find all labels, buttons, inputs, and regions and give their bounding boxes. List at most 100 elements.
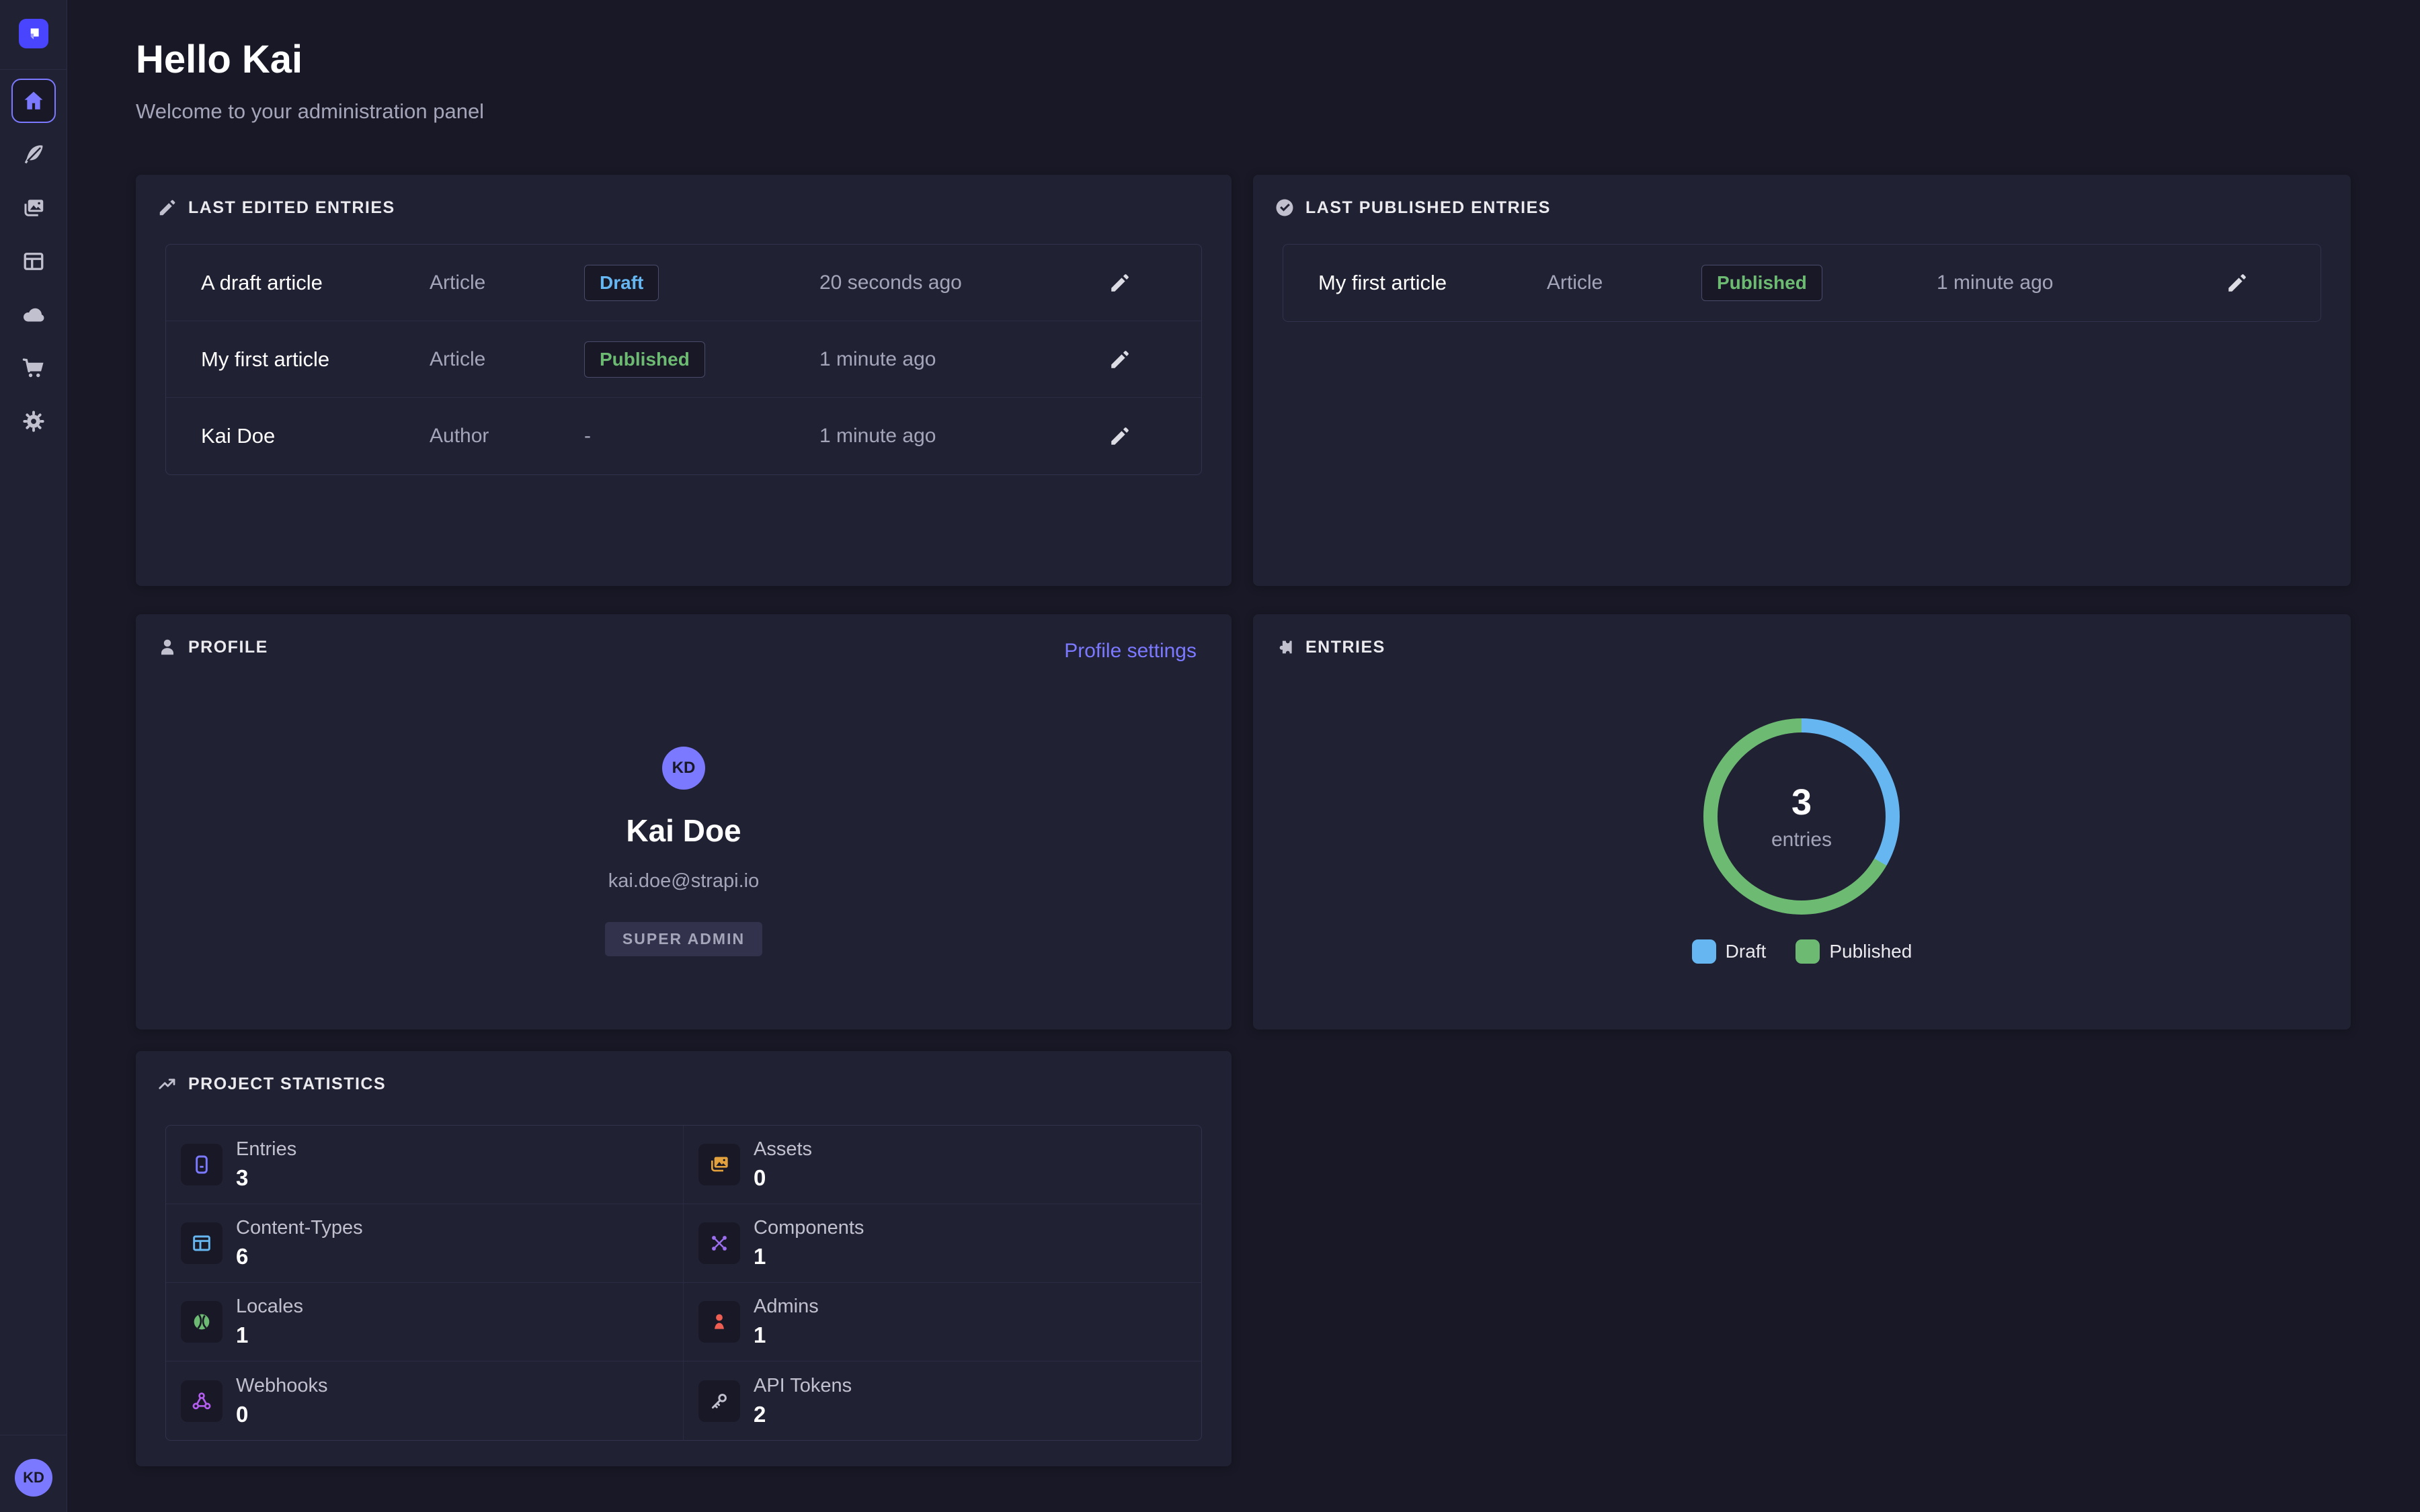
stat-value: 0 [236, 1402, 328, 1427]
profile-name: Kai Doe [626, 812, 741, 849]
check-circle-icon [1275, 198, 1295, 218]
stat-label: Content-Types [236, 1217, 363, 1239]
entry-kind: Author [430, 425, 584, 448]
media-library-icon[interactable] [22, 196, 46, 220]
entries-donut-chart: 3 entries [1703, 718, 1900, 915]
table-row[interactable]: My first article Article Published 1 min… [1283, 245, 2321, 321]
pencil-icon [1108, 271, 1131, 294]
stat-assets: Assets 0 [684, 1126, 1201, 1204]
puzzle-icon [1275, 637, 1295, 657]
entry-time: 1 minute ago [1937, 271, 2226, 294]
last-published-table: My first article Article Published 1 min… [1283, 244, 2321, 322]
components-icon [698, 1222, 740, 1264]
images-icon [698, 1144, 740, 1185]
stat-label: Webhooks [236, 1375, 328, 1397]
stat-label: Admins [754, 1296, 819, 1318]
profile-body: KD Kai Doe kai.doe@strapi.io SUPER ADMIN [136, 747, 1232, 956]
cloud-icon[interactable] [22, 302, 46, 327]
panel-title: LAST PUBLISHED ENTRIES [1305, 198, 1551, 218]
role-badge: SUPER ADMIN [605, 922, 762, 956]
profile-settings-link[interactable]: Profile settings [1064, 640, 1197, 663]
sidebar-divider [0, 69, 67, 70]
status-badge: Published [584, 341, 705, 378]
stat-content-types: Content-Types 6 [166, 1204, 684, 1283]
stat-api-tokens: API Tokens 2 [684, 1361, 1201, 1440]
stat-value: 1 [754, 1244, 864, 1269]
legend-label: Published [1829, 941, 1912, 962]
panel-header: LAST PUBLISHED ENTRIES [1275, 198, 1551, 218]
cart-icon[interactable] [22, 356, 46, 380]
legend-swatch-draft [1692, 939, 1716, 964]
page-subtitle: Welcome to your administration panel [136, 99, 484, 124]
edit-entry-button[interactable] [1108, 421, 1138, 451]
stat-value: 2 [754, 1402, 852, 1427]
pencil-icon [2226, 271, 2249, 294]
key-icon [698, 1380, 740, 1422]
stat-value: 6 [236, 1244, 363, 1269]
layout-icon [181, 1222, 223, 1264]
edit-entry-button[interactable] [1108, 268, 1138, 298]
table-row[interactable]: A draft article Article Draft 20 seconds… [166, 245, 1201, 321]
status-badge: Draft [584, 265, 659, 301]
globe-icon [181, 1301, 223, 1343]
entries-total-label: entries [1771, 829, 1832, 851]
entry-time: 1 minute ago [819, 425, 1108, 448]
sidebar: KD [0, 0, 67, 1512]
entries-panel: ENTRIES 3 entries Draft Published [1253, 614, 2351, 1030]
home-icon [22, 89, 45, 112]
last-edited-entries-panel: LAST EDITED ENTRIES A draft article Arti… [136, 175, 1232, 586]
legend-item-published: Published [1796, 939, 1912, 964]
feather-icon[interactable] [22, 142, 46, 167]
admin-user-icon [698, 1301, 740, 1343]
stat-entries: Entries 3 [166, 1126, 684, 1204]
sidebar-item-home[interactable] [11, 79, 56, 123]
last-published-entries-panel: LAST PUBLISHED ENTRIES My first article … [1253, 175, 2351, 586]
entries-total: 3 [1791, 782, 1812, 823]
table-row[interactable]: My first article Article Published 1 min… [166, 321, 1201, 398]
panel-header: LAST EDITED ENTRIES [157, 198, 395, 218]
statistics-grid: Entries 3 Assets 0 Content-Types 6 Compo… [165, 1125, 1202, 1441]
stat-admins: Admins 1 [684, 1283, 1201, 1361]
stat-label: Entries [236, 1138, 296, 1161]
legend-label: Draft [1726, 941, 1767, 962]
entry-title: A draft article [201, 271, 430, 295]
layout-icon[interactable] [22, 249, 46, 274]
panel-header: PROFILE [157, 637, 268, 657]
project-statistics-panel: PROJECT STATISTICS Entries 3 Assets 0 Co… [136, 1051, 1232, 1466]
entry-time: 20 seconds ago [819, 271, 1108, 294]
trend-up-icon [157, 1074, 177, 1094]
panel-header: PROJECT STATISTICS [157, 1074, 386, 1094]
donut-center: 3 entries [1703, 718, 1900, 915]
document-icon [181, 1144, 223, 1185]
panel-title: ENTRIES [1305, 638, 1385, 657]
pencil-icon [1108, 348, 1131, 371]
entry-title: My first article [1318, 271, 1547, 295]
stat-locales: Locales 1 [166, 1283, 684, 1361]
stat-label: Assets [754, 1138, 812, 1161]
chart-legend: Draft Published [1253, 939, 2351, 964]
stat-value: 1 [236, 1322, 303, 1348]
stat-value: 1 [754, 1322, 819, 1348]
table-row[interactable]: Kai Doe Author - 1 minute ago [166, 398, 1201, 474]
panel-title: PROFILE [188, 638, 268, 657]
gear-icon[interactable] [22, 409, 46, 433]
status-badge: Published [1701, 265, 1822, 301]
page-title: Hello Kai [136, 37, 302, 82]
edit-entry-button[interactable] [2226, 268, 2255, 298]
stat-webhooks: Webhooks 0 [166, 1361, 684, 1440]
entry-kind: Article [430, 271, 584, 294]
entry-kind: Article [1547, 271, 1701, 294]
strapi-logo-icon[interactable] [19, 19, 48, 48]
panel-title: PROJECT STATISTICS [188, 1075, 386, 1094]
edit-entry-button[interactable] [1108, 345, 1138, 374]
user-icon [157, 637, 177, 657]
entry-title: My first article [201, 347, 430, 372]
legend-item-draft: Draft [1692, 939, 1767, 964]
panel-header: ENTRIES [1275, 637, 1385, 657]
entry-time: 1 minute ago [819, 348, 1108, 371]
profile-email: kai.doe@strapi.io [608, 870, 760, 892]
user-avatar[interactable]: KD [15, 1459, 52, 1497]
webhooks-icon [181, 1380, 223, 1422]
stat-label: API Tokens [754, 1375, 852, 1397]
profile-panel: PROFILE Profile settings KD Kai Doe kai.… [136, 614, 1232, 1030]
